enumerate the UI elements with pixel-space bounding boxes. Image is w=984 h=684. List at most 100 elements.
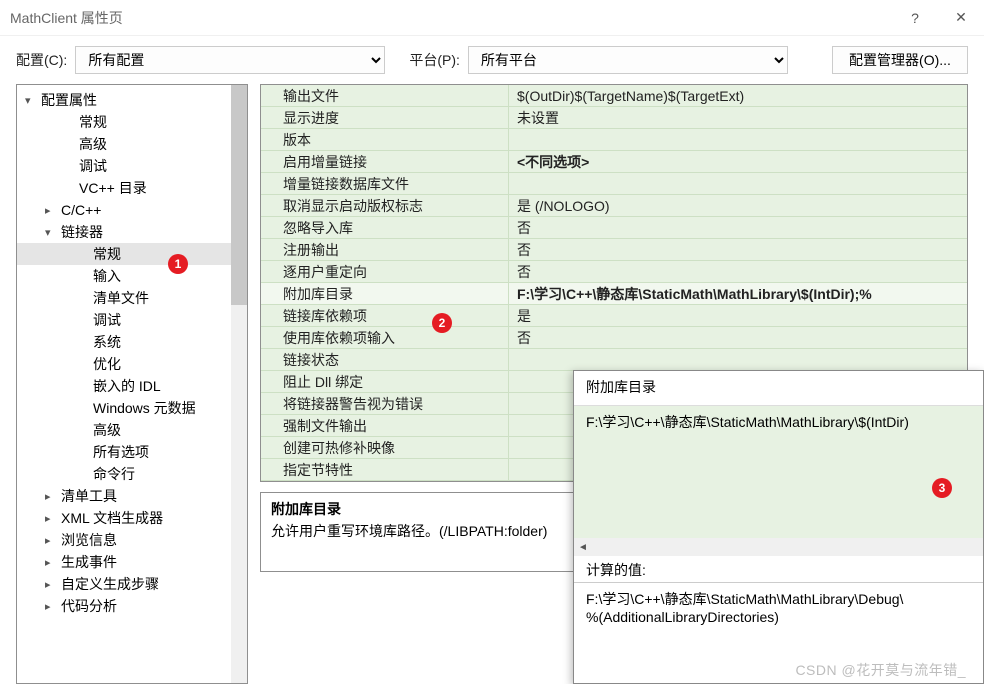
tree-item[interactable]: ▸XML 文档生成器 <box>17 507 231 529</box>
popup-list-item[interactable]: F:\学习\C++\静态库\StaticMath\MathLibrary\$(I… <box>586 412 971 432</box>
config-label: 配置(C): <box>16 50 67 70</box>
config-manager-button[interactable]: 配置管理器(O)... <box>832 46 968 74</box>
tree-item[interactable]: ▸生成事件 <box>17 551 231 573</box>
tree-item-label: 高级 <box>79 134 107 154</box>
property-row[interactable]: 逐用户重定向否 <box>261 261 967 283</box>
property-value[interactable]: 否 <box>509 327 967 349</box>
property-value[interactable]: 未设置 <box>509 107 967 129</box>
property-value[interactable]: F:\学习\C++\静态库\StaticMath\MathLibrary\$(I… <box>509 283 967 305</box>
popup-hscrollbar[interactable]: ◄ <box>574 538 983 556</box>
tree-item-label: 高级 <box>93 420 121 440</box>
property-name: 创建可热修补映像 <box>261 437 509 459</box>
property-name: 忽略导入库 <box>261 217 509 239</box>
tree-item[interactable]: 系统 <box>17 331 231 353</box>
property-name: 使用库依赖项输入 <box>261 327 509 349</box>
tree-item[interactable]: 高级 <box>17 133 231 155</box>
tree-item[interactable]: 常规 <box>17 243 231 265</box>
titlebar: MathClient 属性页 ? ✕ <box>0 0 984 36</box>
tree-item[interactable]: ▸C/C++ <box>17 199 231 221</box>
property-value[interactable]: 是 (/NOLOGO) <box>509 195 967 217</box>
tree-item[interactable]: 所有选项 <box>17 441 231 463</box>
property-value[interactable]: 是 <box>509 305 967 327</box>
tree-item[interactable]: 调试 <box>17 309 231 331</box>
annotation-badge-3: 3 <box>932 478 952 498</box>
property-row[interactable]: 版本 <box>261 129 967 151</box>
tree-item[interactable]: ▾链接器 <box>17 221 231 243</box>
property-value[interactable]: $(OutDir)$(TargetName)$(TargetExt) <box>509 85 967 107</box>
popup-calc-value: F:\学习\C++\静态库\StaticMath\MathLibrary\Deb… <box>574 582 983 683</box>
property-row[interactable]: 取消显示启动版权标志是 (/NOLOGO) <box>261 195 967 217</box>
property-value[interactable] <box>509 349 967 371</box>
property-value[interactable]: 否 <box>509 261 967 283</box>
tree-item[interactable]: VC++ 目录 <box>17 177 231 199</box>
property-row[interactable]: 使用库依赖项输入否 <box>261 327 967 349</box>
property-value[interactable] <box>509 129 967 151</box>
property-row[interactable]: 链接状态 <box>261 349 967 371</box>
property-name: 将链接器警告视为错误 <box>261 393 509 415</box>
property-value[interactable]: 否 <box>509 217 967 239</box>
tree-item[interactable]: ▸浏览信息 <box>17 529 231 551</box>
property-row[interactable]: 显示进度未设置 <box>261 107 967 129</box>
popup-list: F:\学习\C++\静态库\StaticMath\MathLibrary\$(I… <box>574 406 983 556</box>
property-name: 强制文件输出 <box>261 415 509 437</box>
tree-item[interactable]: ▸自定义生成步骤 <box>17 573 231 595</box>
tree-item-label: 链接器 <box>61 222 103 242</box>
property-name: 注册输出 <box>261 239 509 261</box>
tree-item-label: 调试 <box>79 156 107 176</box>
property-value[interactable] <box>509 173 967 195</box>
caret-icon: ▸ <box>45 512 59 525</box>
help-button[interactable]: ? <box>892 0 938 36</box>
config-select[interactable]: 所有配置 <box>75 46 385 74</box>
property-name: 版本 <box>261 129 509 151</box>
tree-item[interactable]: 高级 <box>17 419 231 441</box>
property-row[interactable]: 忽略导入库否 <box>261 217 967 239</box>
property-row[interactable]: 启用增量链接<不同选项> <box>261 151 967 173</box>
tree-item-label: 优化 <box>93 354 121 374</box>
tree-item-label: VC++ 目录 <box>79 178 147 198</box>
tree-item[interactable]: 嵌入的 IDL <box>17 375 231 397</box>
tree-item-label: Windows 元数据 <box>93 398 196 418</box>
tree-item[interactable]: 清单文件 <box>17 287 231 309</box>
property-row[interactable]: 注册输出否 <box>261 239 967 261</box>
property-row[interactable]: 链接库依赖项是 <box>261 305 967 327</box>
platform-select[interactable]: 所有平台 <box>468 46 788 74</box>
property-value[interactable]: <不同选项> <box>509 151 967 173</box>
tree-item[interactable]: 命令行 <box>17 463 231 485</box>
tree-item[interactable]: ▸代码分析 <box>17 595 231 617</box>
tree-item-label: 常规 <box>93 244 121 264</box>
tree-item[interactable]: Windows 元数据 <box>17 397 231 419</box>
window-title: MathClient 属性页 <box>10 8 892 28</box>
tree-item-label: 自定义生成步骤 <box>61 574 159 594</box>
tree-item[interactable]: ▸清单工具 <box>17 485 231 507</box>
property-row[interactable]: 输出文件$(OutDir)$(TargetName)$(TargetExt) <box>261 85 967 107</box>
close-button[interactable]: ✕ <box>938 0 984 36</box>
toolbar: 配置(C): 所有配置 平台(P): 所有平台 配置管理器(O)... <box>0 36 984 84</box>
tree-scrollbar[interactable] <box>231 85 247 683</box>
property-name: 显示进度 <box>261 107 509 129</box>
tree-item[interactable]: 输入 <box>17 265 231 287</box>
caret-icon: ▾ <box>45 226 59 239</box>
property-name: 阻止 Dll 绑定 <box>261 371 509 393</box>
scroll-left-icon[interactable]: ◄ <box>574 538 592 556</box>
tree-item-label: 常规 <box>79 112 107 132</box>
tree-item[interactable]: 常规 <box>17 111 231 133</box>
popup-calc-label: 计算的值: <box>574 556 983 582</box>
tree-item-label: 清单文件 <box>93 288 149 308</box>
property-row[interactable]: 增量链接数据库文件 <box>261 173 967 195</box>
tree-item[interactable]: ▾配置属性 <box>17 89 231 111</box>
annotation-badge-2: 2 <box>432 313 452 333</box>
caret-icon: ▸ <box>45 534 59 547</box>
tree-item-label: C/C++ <box>61 202 101 218</box>
tree-item-label: 命令行 <box>93 464 135 484</box>
caret-icon: ▸ <box>45 204 59 217</box>
caret-icon: ▾ <box>25 94 39 107</box>
tree-item[interactable]: 调试 <box>17 155 231 177</box>
property-value[interactable]: 否 <box>509 239 967 261</box>
popup-title: 附加库目录 <box>574 371 983 406</box>
property-row[interactable]: 附加库目录F:\学习\C++\静态库\StaticMath\MathLibrar… <box>261 283 967 305</box>
tree-item-label: 浏览信息 <box>61 530 117 550</box>
tree-item[interactable]: 优化 <box>17 353 231 375</box>
tree-item-label: 配置属性 <box>41 90 97 110</box>
property-name: 取消显示启动版权标志 <box>261 195 509 217</box>
property-name: 链接状态 <box>261 349 509 371</box>
